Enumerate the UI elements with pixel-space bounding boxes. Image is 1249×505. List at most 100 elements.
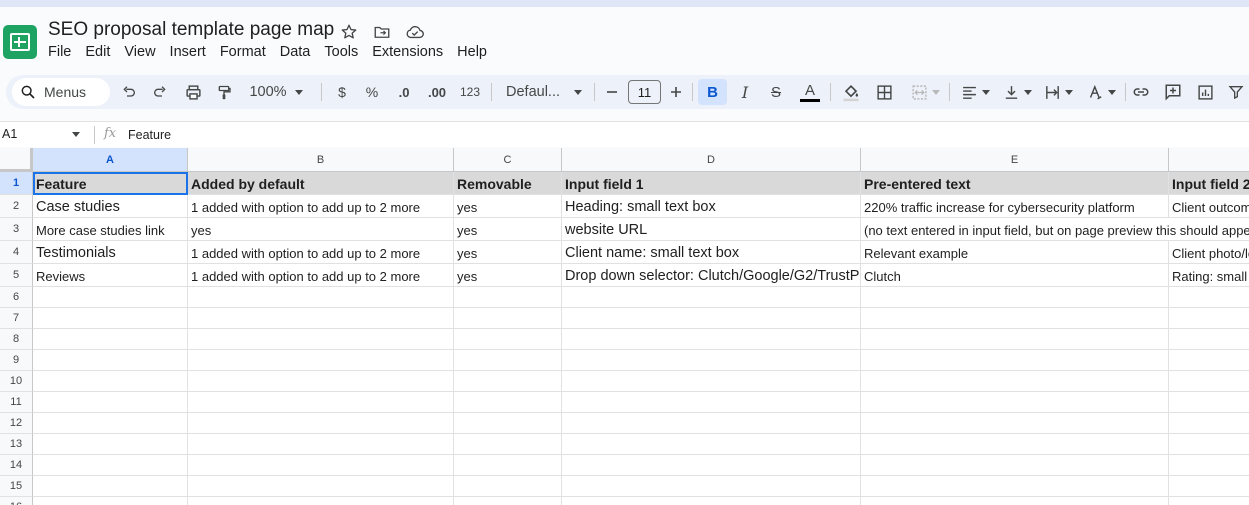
cell-e5[interactable]: Clutch xyxy=(861,264,1169,287)
vertical-align-icon[interactable] xyxy=(999,79,1035,105)
cell-d3[interactable]: website URL xyxy=(562,218,861,241)
row-header[interactable]: 4 xyxy=(0,241,33,264)
cell-e2[interactable]: 220% traffic increase for cybersecurity … xyxy=(861,195,1169,218)
cell-f5[interactable]: Rating: small xyxy=(1169,264,1249,287)
sheets-logo-icon[interactable] xyxy=(3,25,37,59)
row-header[interactable]: 5 xyxy=(0,264,33,287)
cell-f1[interactable]: Input field 2 xyxy=(1169,172,1249,195)
redo-icon[interactable] xyxy=(149,79,171,105)
select-all-corner[interactable] xyxy=(0,148,33,172)
row-header[interactable]: 11 xyxy=(0,392,33,413)
decrease-font-size-icon[interactable] xyxy=(603,79,621,105)
cell-c3[interactable]: yes xyxy=(454,218,562,241)
decrease-decimal-button[interactable]: .0 xyxy=(393,79,415,105)
empty-row[interactable] xyxy=(33,350,1249,371)
column-header-a[interactable]: A xyxy=(33,148,188,172)
formula-input[interactable]: Feature xyxy=(128,128,171,142)
row-header[interactable]: 2 xyxy=(0,195,33,218)
menu-view[interactable]: View xyxy=(117,44,162,60)
increase-font-size-icon[interactable] xyxy=(667,79,685,105)
text-wrap-icon[interactable] xyxy=(1040,79,1076,105)
document-title[interactable]: SEO proposal template page map xyxy=(48,19,334,41)
italic-button[interactable]: I xyxy=(734,79,756,105)
menu-help[interactable]: Help xyxy=(450,44,494,60)
empty-row[interactable] xyxy=(33,287,1249,308)
row-header[interactable]: 6 xyxy=(0,287,33,308)
empty-row[interactable] xyxy=(33,476,1249,497)
row-header[interactable]: 15 xyxy=(0,476,33,497)
row-header[interactable]: 1 xyxy=(0,172,33,195)
menu-extensions[interactable]: Extensions xyxy=(365,44,450,60)
merge-cells-icon[interactable] xyxy=(907,79,943,105)
menu-file[interactable]: File xyxy=(48,44,78,60)
cell-a5[interactable]: Reviews xyxy=(33,264,188,287)
empty-row[interactable] xyxy=(33,371,1249,392)
cell-d4[interactable]: Client name: small text box xyxy=(562,241,861,264)
name-box[interactable]: A1 xyxy=(2,127,17,141)
cell-c5[interactable]: yes xyxy=(454,264,562,287)
menu-format[interactable]: Format xyxy=(213,44,273,60)
borders-icon[interactable] xyxy=(873,79,895,105)
currency-format-button[interactable]: $ xyxy=(332,79,352,105)
cell-d2[interactable]: Heading: small text box xyxy=(562,195,861,218)
menu-edit[interactable]: Edit xyxy=(78,44,117,60)
menu-tools[interactable]: Tools xyxy=(317,44,365,60)
font-size-input[interactable]: 11 xyxy=(628,80,661,104)
chevron-down-icon[interactable] xyxy=(72,132,80,137)
row-header[interactable]: 7 xyxy=(0,308,33,329)
cell-a2[interactable]: Case studies xyxy=(33,195,188,218)
cell-d1[interactable]: Input field 1 xyxy=(562,172,861,195)
empty-row[interactable] xyxy=(33,497,1249,505)
cell-e4[interactable]: Relevant example xyxy=(861,241,1169,264)
spreadsheet-grid[interactable]: A B C D E 1 2 3 4 5 6 7 8 9 10 11 12 13 … xyxy=(0,148,1249,505)
cell-f2[interactable]: Client outcome xyxy=(1169,195,1249,218)
folder-move-icon[interactable] xyxy=(371,21,393,43)
cell-e3[interactable]: (no text entered in input field, but on … xyxy=(861,218,1249,241)
empty-row[interactable] xyxy=(33,329,1249,350)
row-header[interactable]: 8 xyxy=(0,329,33,350)
menus-search-button[interactable]: Menus xyxy=(12,78,110,106)
column-header-b[interactable]: B xyxy=(188,148,454,172)
horizontal-align-icon[interactable] xyxy=(957,79,993,105)
more-formats-button[interactable]: 123 xyxy=(458,79,482,105)
empty-row[interactable] xyxy=(33,392,1249,413)
cell-a3[interactable]: More case studies link xyxy=(33,218,188,241)
print-icon[interactable] xyxy=(182,79,204,105)
menu-insert[interactable]: Insert xyxy=(163,44,213,60)
row-header[interactable]: 16 xyxy=(0,497,33,505)
undo-icon[interactable] xyxy=(118,79,140,105)
insert-chart-icon[interactable] xyxy=(1194,79,1216,105)
row-header[interactable]: 14 xyxy=(0,455,33,476)
paint-format-icon[interactable] xyxy=(213,79,235,105)
cell-d5[interactable]: Drop down selector: Clutch/Google/G2/Tru… xyxy=(562,264,861,287)
empty-row[interactable] xyxy=(33,308,1249,329)
menu-data[interactable]: Data xyxy=(273,44,318,60)
row-header[interactable]: 12 xyxy=(0,413,33,434)
bold-button[interactable]: B xyxy=(698,79,727,105)
column-header-f[interactable] xyxy=(1169,148,1249,172)
column-header-e[interactable]: E xyxy=(861,148,1169,172)
increase-decimal-button[interactable]: .00 xyxy=(424,79,450,105)
fill-color-icon[interactable] xyxy=(839,79,863,105)
empty-row[interactable] xyxy=(33,455,1249,476)
strikethrough-button[interactable]: S xyxy=(765,79,787,105)
percent-format-button[interactable]: % xyxy=(362,79,382,105)
font-family-select[interactable]: Defaul... xyxy=(502,79,586,105)
text-color-button[interactable]: A xyxy=(798,79,822,105)
cell-c1[interactable]: Removable xyxy=(454,172,562,195)
cell-c4[interactable]: yes xyxy=(454,241,562,264)
cell-f4[interactable]: Client photo/logo xyxy=(1169,241,1249,264)
cell-a4[interactable]: Testimonials xyxy=(33,241,188,264)
insert-comment-icon[interactable] xyxy=(1162,79,1184,105)
cell-b5[interactable]: 1 added with option to add up to 2 more xyxy=(188,264,454,287)
cell-a1[interactable]: Feature xyxy=(33,172,188,195)
column-header-c[interactable]: C xyxy=(454,148,562,172)
cell-b2[interactable]: 1 added with option to add up to 2 more xyxy=(188,195,454,218)
row-header[interactable]: 10 xyxy=(0,371,33,392)
empty-row[interactable] xyxy=(33,413,1249,434)
cell-e1[interactable]: Pre-entered text xyxy=(861,172,1169,195)
filter-icon[interactable] xyxy=(1226,79,1246,105)
column-header-d[interactable]: D xyxy=(562,148,861,172)
empty-row[interactable] xyxy=(33,434,1249,455)
cell-b1[interactable]: Added by default xyxy=(188,172,454,195)
